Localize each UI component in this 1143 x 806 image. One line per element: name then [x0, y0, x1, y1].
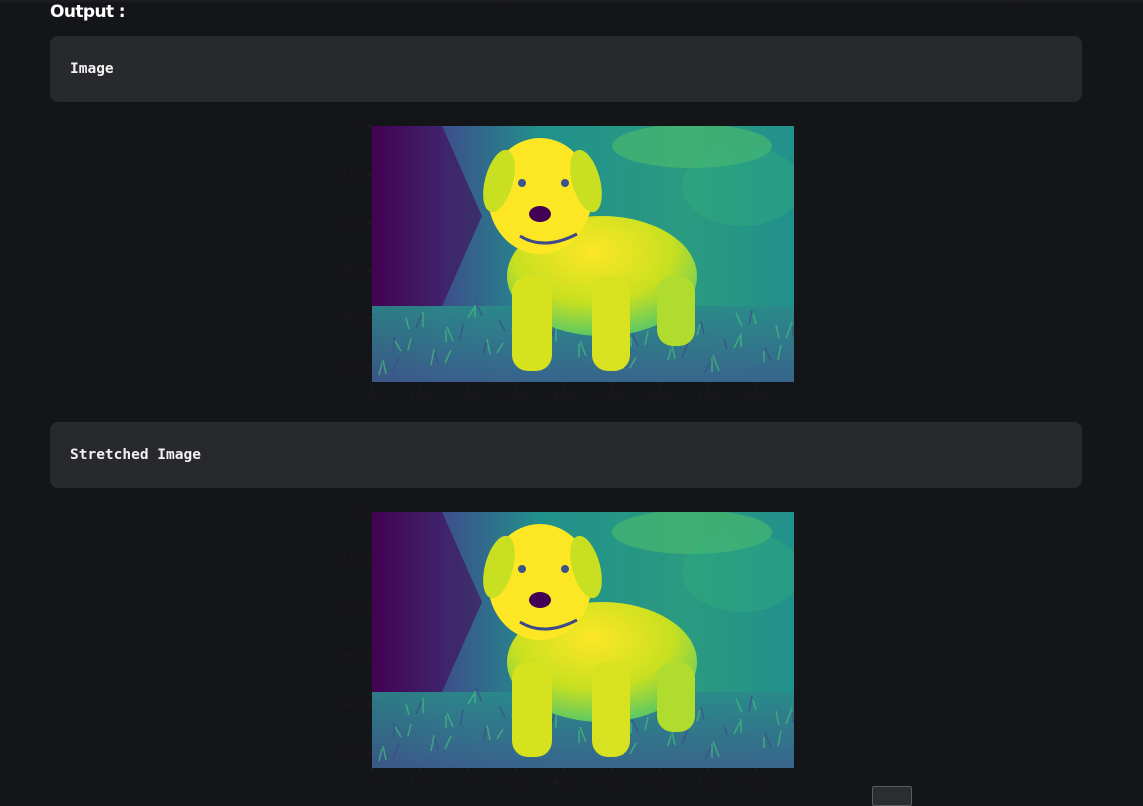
x-tick-label: 0: [368, 775, 376, 789]
x-tick: 500: [600, 768, 623, 789]
image-plot: 0 100 200 300 400 500 0 100 200 300 400 500 600 700 80…: [325, 116, 805, 406]
scroll-to-top-button[interactable]: [872, 786, 912, 806]
x-tick: 400: [552, 382, 575, 403]
y-tick: 100: [341, 553, 372, 567]
x-tick-label: 400: [552, 389, 575, 403]
x-tick-label: 400: [552, 775, 575, 789]
viridis-image: [372, 512, 794, 768]
code-output-text: Stretched Image: [70, 447, 201, 463]
x-tick-label: 700: [696, 389, 719, 403]
x-tick-label: 500: [600, 389, 623, 403]
output-heading: Output :: [50, 2, 126, 22]
x-tick: 800: [744, 382, 767, 403]
y-tick: 400: [341, 311, 372, 325]
y-tick-label: 0: [356, 119, 364, 133]
viridis-image: [372, 126, 794, 382]
x-tick: 100: [409, 768, 432, 789]
x-tick: 700: [696, 768, 719, 789]
x-tick: 600: [648, 768, 671, 789]
y-tick-label: 400: [341, 697, 364, 711]
x-tick-label: 200: [456, 389, 479, 403]
code-output-block-stretched: Stretched Image: [50, 422, 1082, 488]
y-tick: 400: [341, 697, 372, 711]
x-tick-label: 600: [648, 775, 671, 789]
y-tick-label: 100: [341, 553, 364, 567]
x-tick: 800: [744, 768, 767, 789]
y-tick: 300: [341, 649, 372, 663]
x-tick-label: 600: [648, 389, 671, 403]
x-tick-label: 700: [696, 775, 719, 789]
y-tick: 500: [341, 359, 372, 373]
x-tick-label: 100: [409, 775, 432, 789]
y-tick-label: 100: [341, 167, 364, 181]
y-tick-label: 500: [341, 359, 364, 373]
x-tick: 300: [504, 768, 527, 789]
x-tick: 200: [456, 768, 479, 789]
y-tick: 0: [356, 505, 372, 519]
x-tick-label: 100: [409, 389, 432, 403]
y-tick-label: 300: [341, 263, 364, 277]
y-tick-label: 300: [341, 649, 364, 663]
x-tick: 200: [456, 382, 479, 403]
code-output-block-image: Image: [50, 36, 1082, 102]
code-output-text: Image: [70, 61, 114, 77]
x-tick: 700: [696, 382, 719, 403]
y-tick-label: 0: [356, 505, 364, 519]
x-tick-label: 500: [600, 775, 623, 789]
top-bar: [0, 0, 1143, 4]
y-tick: 300: [341, 263, 372, 277]
y-tick: 200: [341, 215, 372, 229]
x-tick: 0: [368, 382, 376, 403]
y-tick: 100: [341, 167, 372, 181]
y-tick: 200: [341, 601, 372, 615]
x-tick-label: 300: [504, 389, 527, 403]
x-tick-label: 800: [744, 775, 767, 789]
stretched-image-plot-svg: 0 100 200 300 400 500 0 100 200 300 400 500 600 700 80…: [341, 505, 794, 789]
y-tick-label: 400: [341, 311, 364, 325]
x-tick: 600: [648, 382, 671, 403]
x-tick-label: 0: [368, 389, 376, 403]
x-tick: 100: [409, 382, 432, 403]
x-tick-label: 300: [504, 775, 527, 789]
y-tick-label: 200: [341, 601, 364, 615]
x-tick-label: 200: [456, 775, 479, 789]
x-tick: 0: [368, 768, 376, 789]
y-tick-label: 500: [341, 745, 364, 759]
y-tick: 500: [341, 745, 372, 759]
x-tick: 500: [600, 382, 623, 403]
y-tick-label: 200: [341, 215, 364, 229]
x-tick: 400: [552, 768, 575, 789]
x-tick: 300: [504, 382, 527, 403]
image-plot-svg: 0 100 200 300 400 500 0 100 200 300 400 500 600 700 80…: [341, 119, 794, 403]
x-tick-label: 800: [744, 389, 767, 403]
y-tick: 0: [356, 119, 372, 133]
stretched-image-plot: 0 100 200 300 400 500 0 100 200 300 400 500 600 700 80…: [325, 502, 805, 792]
